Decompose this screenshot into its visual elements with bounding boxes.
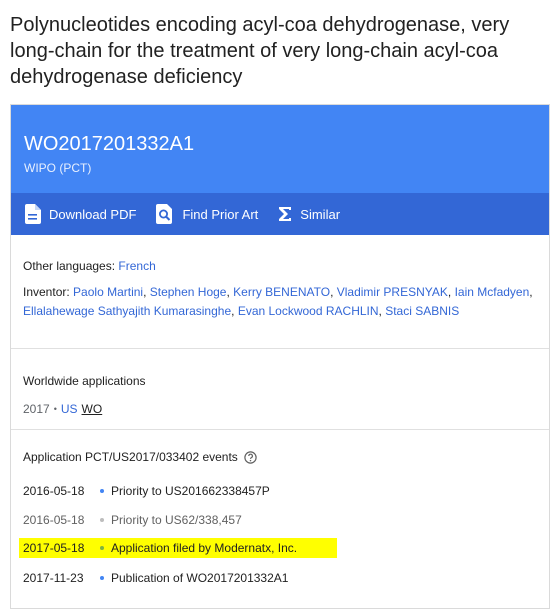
inventor-link[interactable]: Evan Lockwood RACHLIN: [238, 304, 379, 318]
pdf-file-icon: [25, 204, 41, 224]
inventor-link[interactable]: Kerry BENENATO: [233, 285, 330, 299]
inventor-link[interactable]: Stephen Hoge: [150, 285, 227, 299]
event-row: 2017-11-23 Publication of WO2017201332A1: [23, 568, 333, 588]
page-title: Polynucleotides encoding acyl-coa dehydr…: [10, 14, 510, 88]
inventor-link[interactable]: Iain Mcfadyen: [455, 285, 530, 299]
worldwide-year: 2017: [23, 402, 50, 416]
action-bar: Download PDF Find Prior Art Similar: [11, 193, 549, 235]
separator-dot: •: [53, 404, 57, 414]
other-languages-label: Other languages:: [23, 259, 116, 273]
event-dot: [97, 515, 107, 525]
event-row: 2016-05-18 Priority to US62/338,457: [23, 510, 333, 530]
find-prior-art-button[interactable]: Find Prior Art: [156, 204, 258, 224]
inventor-link[interactable]: Paolo Martini: [73, 285, 143, 299]
event-date: 2017-11-23: [23, 571, 84, 585]
similar-label: Similar: [300, 206, 341, 222]
patent-card: WO2017201332A1 WIPO (PCT) Download PDF F…: [10, 104, 550, 609]
inventor-link[interactable]: Staci SABNIS: [385, 304, 459, 318]
download-pdf-label: Download PDF: [49, 206, 137, 222]
patent-office: WIPO (PCT): [24, 161, 92, 175]
event-text: Application filed by Modernatx, Inc.: [111, 541, 298, 555]
events-title-text: Application PCT/US2017/033402 events: [23, 450, 238, 464]
event-row: 2016-05-18 Priority to US201662338457P: [23, 481, 333, 501]
search-document-icon: [156, 204, 173, 224]
event-dot: [97, 573, 107, 583]
card-header: WO2017201332A1 WIPO (PCT): [11, 105, 549, 193]
event-dot: [97, 486, 107, 496]
find-prior-art-label: Find Prior Art: [182, 206, 259, 222]
language-link-french[interactable]: French: [118, 259, 155, 273]
help-icon[interactable]: [244, 450, 257, 464]
publication-number: WO2017201332A1: [24, 133, 195, 155]
events-title: Application PCT/US2017/033402 events: [23, 449, 539, 465]
divider: [11, 348, 549, 349]
event-text: Priority to US62/338,457: [111, 513, 242, 527]
event-text: Priority to US201662338457P: [111, 484, 270, 498]
event-date: 2016-05-18: [23, 513, 85, 527]
country-link-us[interactable]: US: [61, 401, 78, 417]
event-date: 2016-05-18: [23, 484, 85, 498]
worldwide-applications-title: Worldwide applications: [23, 374, 146, 388]
sigma-icon: [279, 207, 292, 221]
inventor-link[interactable]: Ellalahewage Sathyajith Kumarasinghe: [23, 304, 231, 318]
divider: [11, 429, 549, 430]
country-link-wo[interactable]: WO: [82, 401, 103, 417]
inventor-link[interactable]: Vladimir PRESNYAK: [337, 285, 448, 299]
similar-button[interactable]: Similar: [278, 206, 340, 222]
event-row-highlighted: 2017-05-18 Application filed by Modernat…: [19, 538, 337, 558]
event-dot: [97, 543, 107, 553]
other-languages: Other languages: French: [23, 257, 539, 275]
inventor-label: Inventor:: [23, 285, 70, 299]
event-text: Publication of WO2017201332A1: [111, 571, 289, 585]
event-date: 2017-05-18: [23, 541, 85, 555]
inventors: Inventor: Paolo Martini, Stephen Hoge, K…: [23, 285, 533, 318]
worldwide-applications-row: 2017 • US WO: [23, 401, 539, 417]
download-pdf-button[interactable]: Download PDF: [25, 204, 136, 224]
